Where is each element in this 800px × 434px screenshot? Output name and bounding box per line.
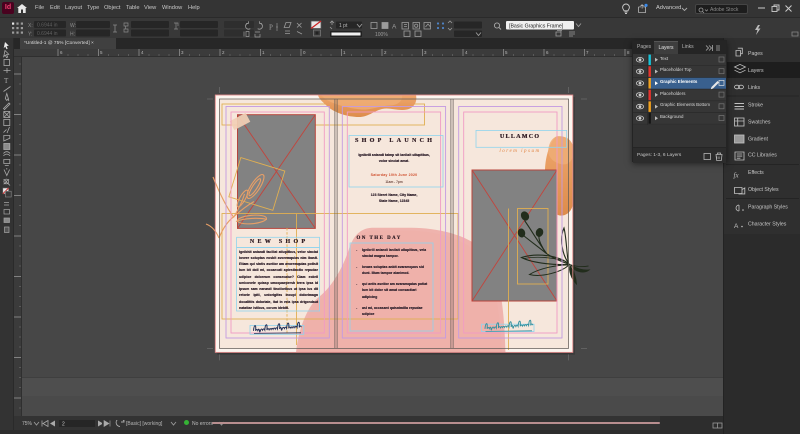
svg-text:1 pt: 1 pt xyxy=(339,23,348,29)
svg-text:CC Libraries: CC Libraries xyxy=(748,153,777,159)
svg-text:7: 7 xyxy=(586,50,589,55)
svg-text:[Basic Graphics Frame]: [Basic Graphics Frame] xyxy=(509,23,564,29)
svg-text:0.6944 in: 0.6944 in xyxy=(37,31,58,37)
svg-text:2: 2 xyxy=(222,50,225,55)
svg-text:W:: W: xyxy=(70,23,76,29)
svg-text:X:: X: xyxy=(28,23,33,29)
svg-text:Effects: Effects xyxy=(748,170,764,176)
svg-text:Paragraph Styles: Paragraph Styles xyxy=(748,205,788,211)
svg-text:Character Styles: Character Styles xyxy=(748,222,787,228)
svg-text:6: 6 xyxy=(60,50,63,55)
svg-text:1: 1 xyxy=(343,50,346,55)
svg-text:3: 3 xyxy=(424,50,427,55)
svg-text:Y:: Y: xyxy=(28,32,32,38)
svg-text:0: 0 xyxy=(303,50,306,55)
svg-text:A: A xyxy=(392,24,397,31)
svg-text:Object Styles: Object Styles xyxy=(748,187,779,193)
svg-text:5: 5 xyxy=(100,50,103,55)
svg-text:0.6944 in: 0.6944 in xyxy=(37,23,58,29)
svg-text:5: 5 xyxy=(505,50,508,55)
svg-text:4: 4 xyxy=(465,50,468,55)
svg-text:1: 1 xyxy=(262,50,265,55)
svg-text:8: 8 xyxy=(627,50,630,55)
svg-text:Gradient: Gradient xyxy=(748,137,768,143)
svg-text:3: 3 xyxy=(181,50,184,55)
svg-text:2: 2 xyxy=(384,50,387,55)
svg-text:A: A xyxy=(734,223,739,230)
svg-text:6: 6 xyxy=(546,50,549,55)
svg-text:4: 4 xyxy=(141,50,144,55)
svg-text:H:: H: xyxy=(70,32,75,38)
svg-text:T: T xyxy=(4,77,9,85)
svg-text:P: P xyxy=(269,24,273,32)
svg-text:fx: fx xyxy=(734,172,740,180)
svg-text:2: 2 xyxy=(62,422,65,428)
